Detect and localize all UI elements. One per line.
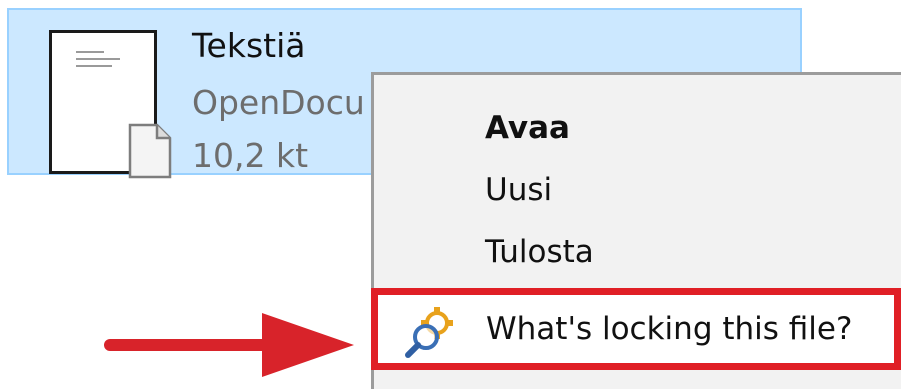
menu-item-label: Avaa <box>485 110 570 146</box>
menu-item-new[interactable]: Uusi <box>374 159 901 221</box>
file-size: 10,2 kt <box>192 136 309 175</box>
context-menu: Avaa Uusi Tulosta What's locking this fi… <box>371 72 901 389</box>
file-name: Tekstiä <box>192 26 306 65</box>
lock-search-gear-icon <box>405 307 453 358</box>
menu-item-open[interactable]: Avaa <box>374 97 901 159</box>
libreoffice-document-icon <box>128 123 172 179</box>
menu-item-label: Uusi <box>485 172 553 208</box>
menu-item-whats-locking[interactable]: What's locking this file? <box>371 288 901 370</box>
red-arrow-annotation <box>104 313 354 377</box>
menu-item-label: What's locking this file? <box>486 311 853 347</box>
menu-item-label: Tulosta <box>485 234 594 270</box>
screenshot-stage: Tekstiä OpenDocu 10,2 kt Avaa Uusi Tulos… <box>0 0 901 389</box>
file-type: OpenDocu <box>192 83 365 122</box>
menu-item-print[interactable]: Tulosta <box>374 221 901 283</box>
